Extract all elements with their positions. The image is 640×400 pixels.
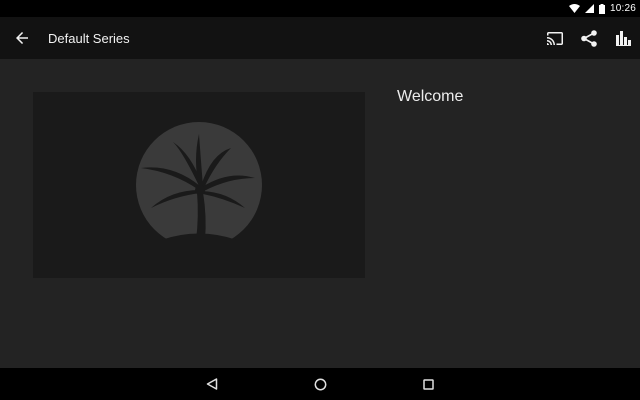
back-button[interactable] bbox=[0, 17, 44, 59]
recents-square-icon bbox=[422, 378, 434, 390]
back-triangle-icon bbox=[206, 378, 218, 390]
app-bar-actions bbox=[538, 17, 640, 59]
system-nav-bar bbox=[0, 368, 640, 400]
cast-icon bbox=[547, 31, 563, 45]
welcome-heading: Welcome bbox=[397, 88, 464, 105]
share-button[interactable] bbox=[572, 17, 606, 59]
palm-tree-logo-icon bbox=[136, 122, 262, 248]
cast-button[interactable] bbox=[538, 17, 572, 59]
cell-signal-icon bbox=[584, 4, 594, 13]
wifi-icon bbox=[568, 4, 580, 13]
main-content: Welcome bbox=[0, 59, 640, 368]
arrow-back-icon bbox=[16, 32, 28, 44]
app-bar: Default Series bbox=[0, 17, 640, 59]
home-circle-icon bbox=[314, 378, 326, 390]
battery-icon bbox=[598, 3, 605, 14]
bar-chart-icon bbox=[615, 30, 631, 46]
nav-back-button[interactable] bbox=[158, 368, 266, 400]
nav-recents-button[interactable] bbox=[374, 368, 482, 400]
share-icon bbox=[581, 29, 597, 47]
series-thumbnail[interactable] bbox=[33, 92, 365, 278]
stats-button[interactable] bbox=[606, 17, 640, 59]
nav-home-button[interactable] bbox=[266, 368, 374, 400]
page-title: Default Series bbox=[48, 30, 130, 46]
status-bar: 10:26 bbox=[0, 0, 640, 17]
status-time: 10:26 bbox=[609, 3, 636, 14]
